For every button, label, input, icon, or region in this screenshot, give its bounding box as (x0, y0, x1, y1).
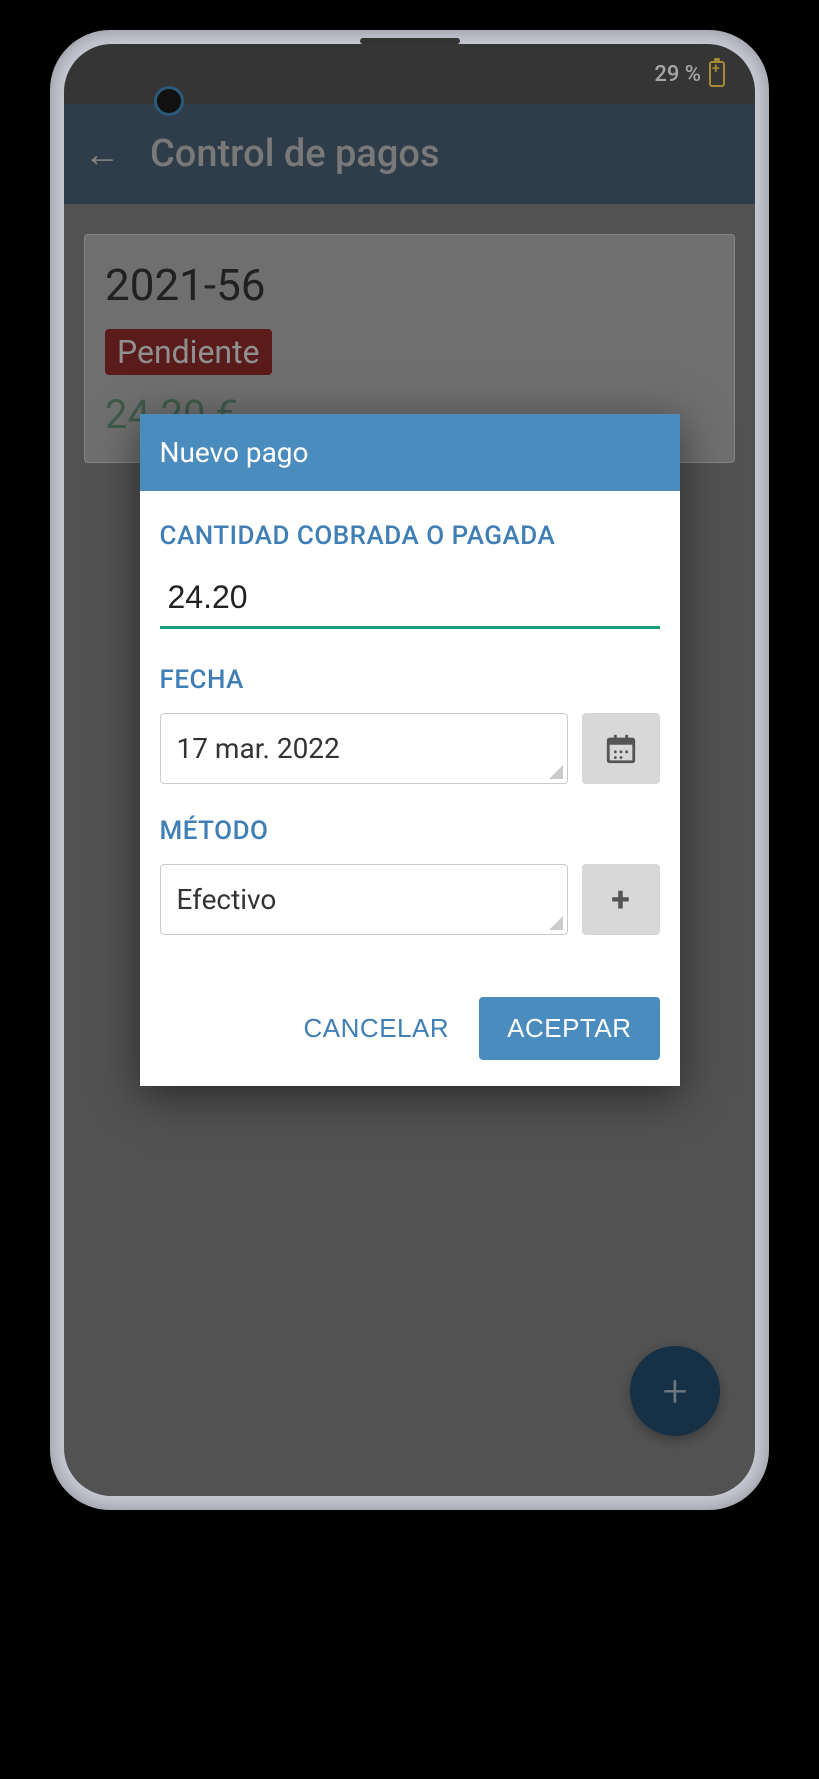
amount-input[interactable] (160, 569, 660, 629)
plus-icon: + (611, 880, 630, 920)
calendar-button[interactable] (582, 713, 660, 784)
calendar-icon (604, 732, 638, 766)
phone-frame: 29 % ← Control de pagos 2021-56 Pendient… (50, 30, 769, 1510)
dropdown-triangle-icon (549, 916, 563, 930)
dropdown-triangle-icon (549, 765, 563, 779)
method-value: Efectivo (177, 883, 277, 916)
cancel-button[interactable]: CANCELAR (304, 1013, 450, 1044)
date-value: 17 mar. 2022 (177, 732, 340, 765)
modal-overlay[interactable]: Nuevo pago CANTIDAD COBRADA O PAGADA FEC… (64, 44, 755, 1496)
dialog-actions: CANCELAR ACEPTAR (140, 977, 680, 1086)
dialog-body: CANTIDAD COBRADA O PAGADA FECHA 17 mar. … (140, 491, 680, 977)
phone-screen: 29 % ← Control de pagos 2021-56 Pendient… (64, 44, 755, 1496)
dialog-title: Nuevo pago (140, 414, 680, 491)
new-payment-dialog: Nuevo pago CANTIDAD COBRADA O PAGADA FEC… (140, 414, 680, 1086)
accept-button[interactable]: ACEPTAR (479, 997, 659, 1060)
front-camera (154, 86, 184, 116)
amount-label: CANTIDAD COBRADA O PAGADA (160, 521, 660, 551)
date-select[interactable]: 17 mar. 2022 (160, 713, 568, 784)
method-label: MÉTODO (160, 816, 660, 846)
date-label: FECHA (160, 665, 660, 695)
method-select[interactable]: Efectivo (160, 864, 568, 935)
phone-speaker (360, 38, 460, 44)
add-method-button[interactable]: + (582, 864, 660, 935)
